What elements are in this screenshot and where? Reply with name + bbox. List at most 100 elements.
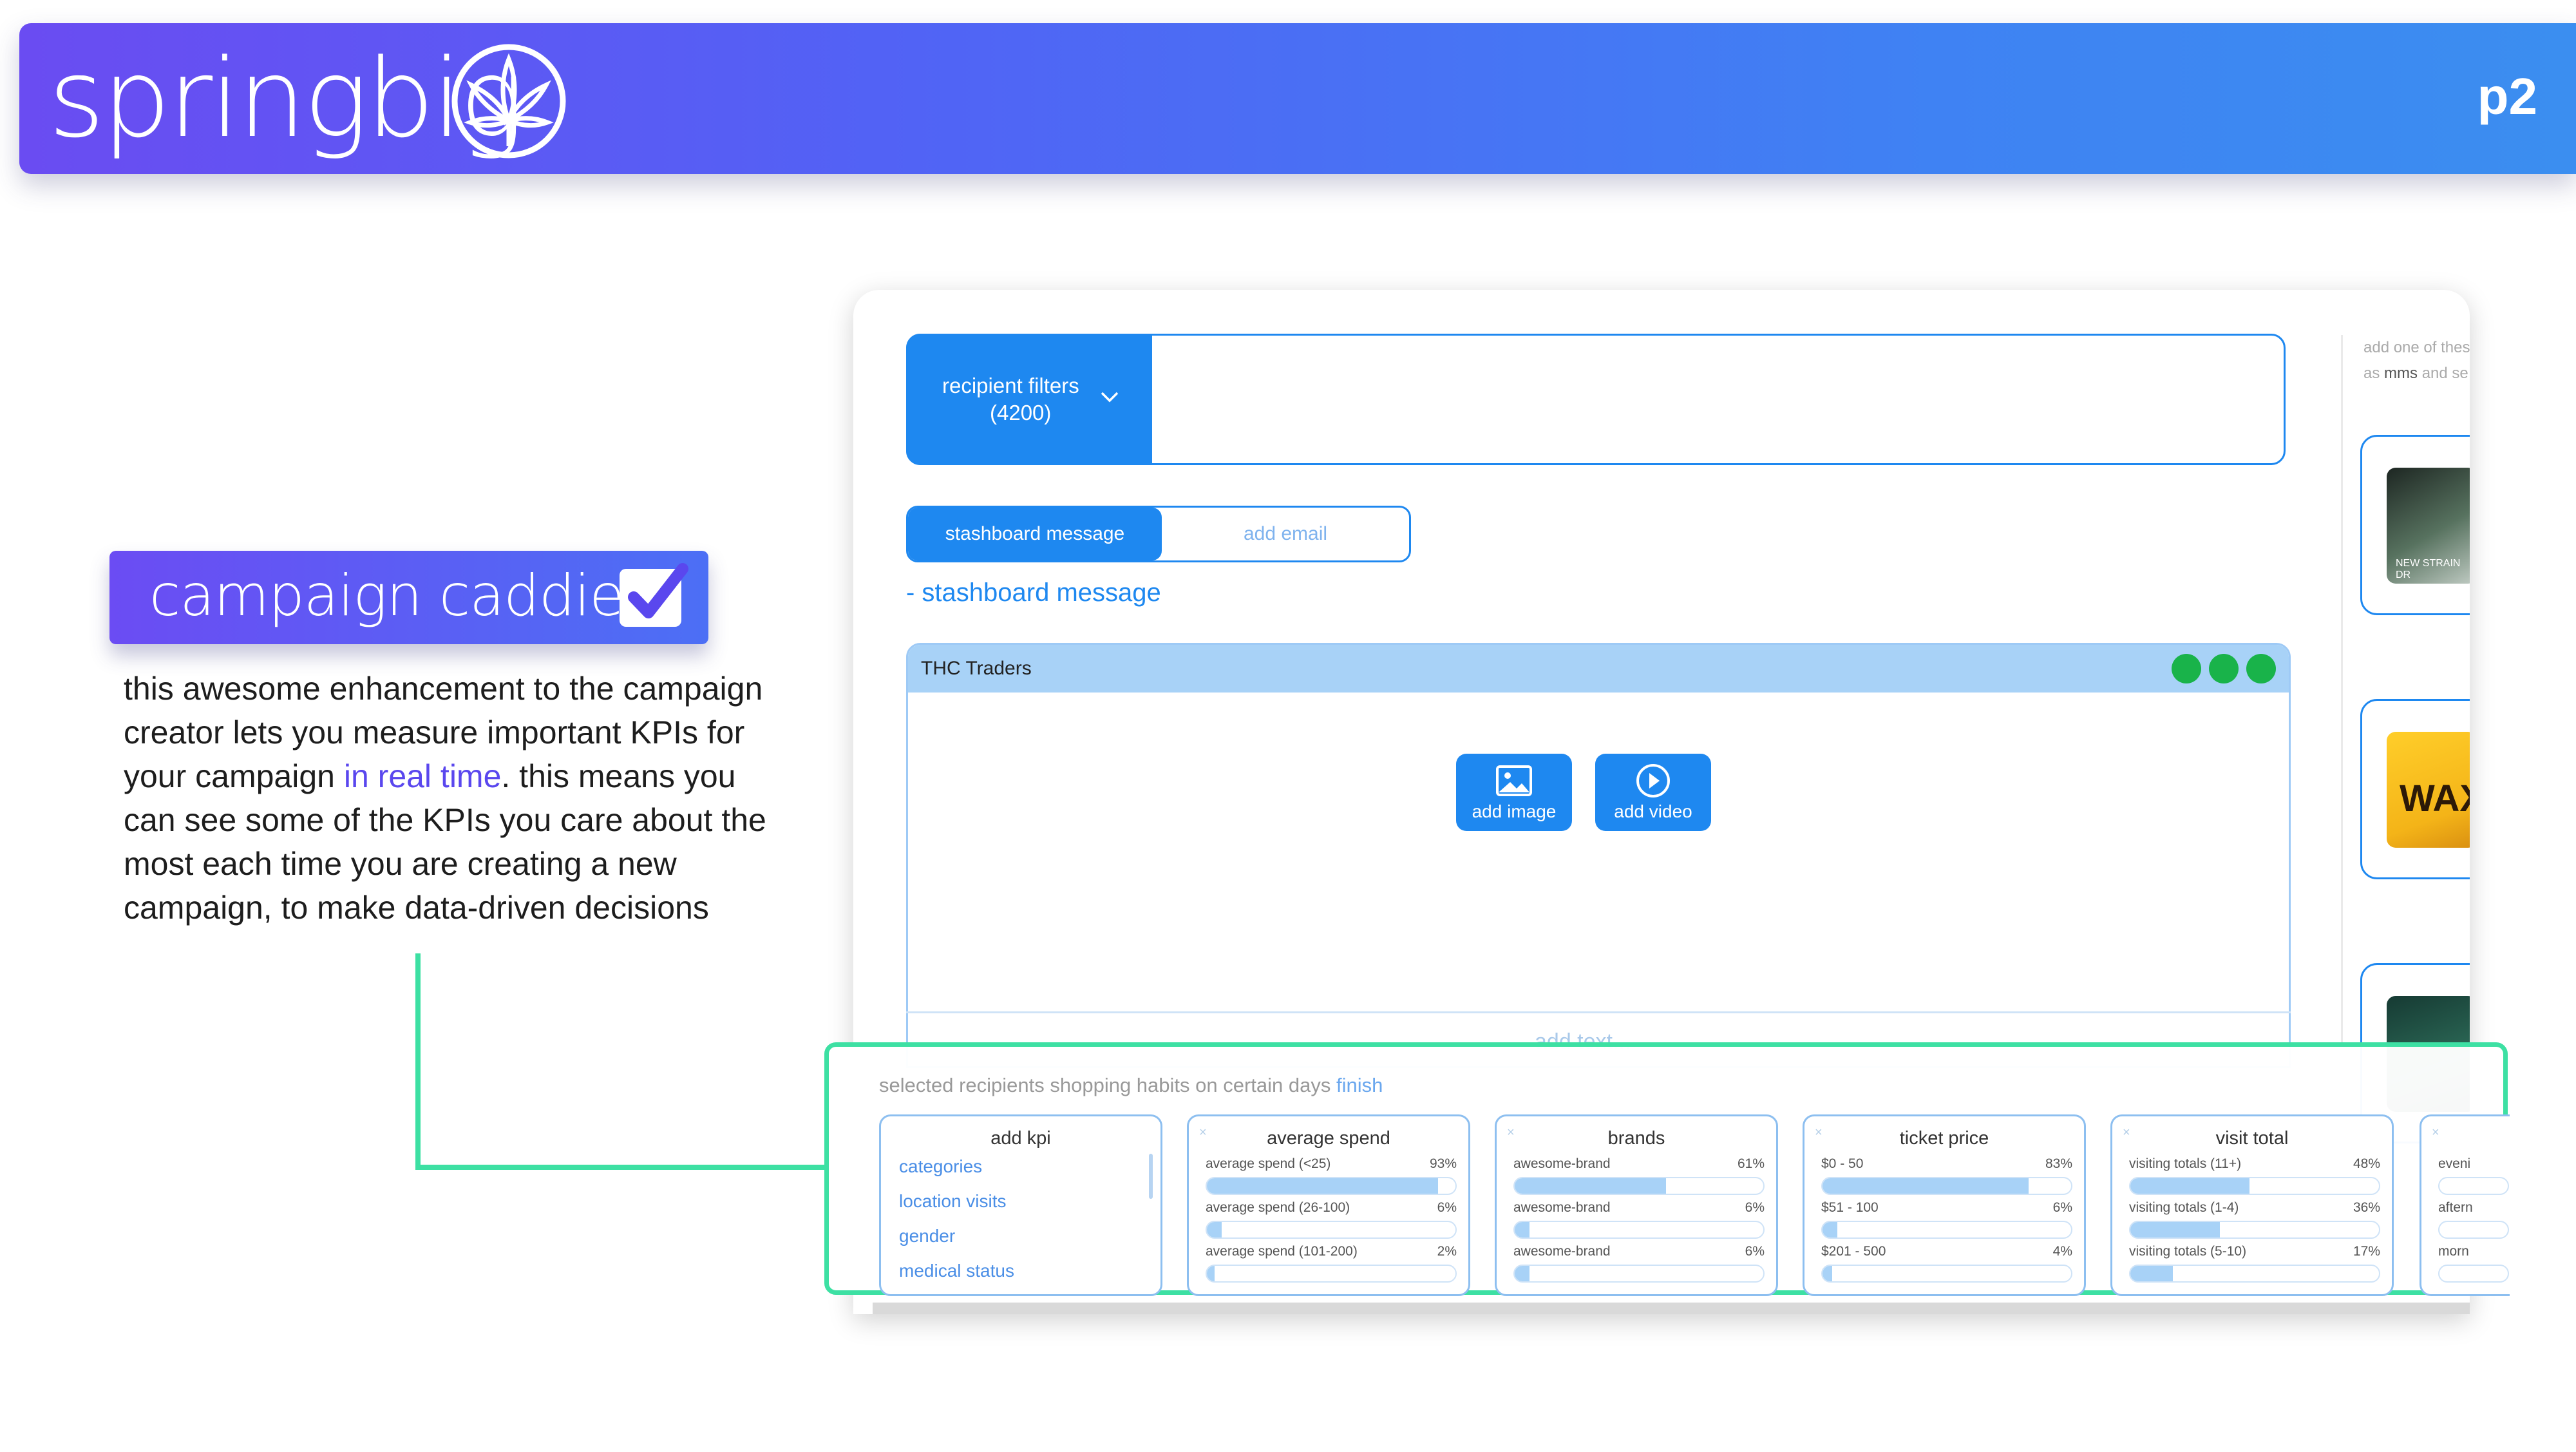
kpi-row-label: visiting totals (5-10)	[2129, 1244, 2247, 1259]
kpi-progress-track	[1513, 1265, 1765, 1283]
kpi-row: average spend (101-200) 2%	[1206, 1244, 1457, 1284]
add-kpi-title: add kpi	[990, 1128, 1051, 1149]
kpi-row-label: $201 - 500	[1821, 1244, 1886, 1259]
kpi-row-label: average spend (26-100)	[1206, 1200, 1350, 1215]
kpi-progress-fill	[1207, 1222, 1222, 1237]
kpi-row-label: visiting totals (11+)	[2129, 1156, 2242, 1171]
side-note: as mms and se	[2363, 365, 2468, 382]
kpi-progress-fill	[1515, 1178, 1667, 1194]
recipient-count: (4200)	[990, 401, 1052, 425]
kpi-row: aftern	[2438, 1200, 2509, 1240]
kpi-row-percent: 6%	[1745, 1244, 1765, 1259]
sender-name: THC Traders	[921, 658, 1032, 679]
section-title: - stashboard message	[906, 578, 1161, 607]
kpi-progress-fill	[1515, 1266, 1530, 1281]
kpi-progress-track	[1513, 1221, 1765, 1239]
kpi-card-title: ticket price	[1899, 1128, 1989, 1149]
kpi-row: eveni	[2438, 1156, 2509, 1196]
kpi-header: selected recipients shopping habits on c…	[879, 1074, 1383, 1096]
kpi-row-label: awesome-brand	[1513, 1244, 1611, 1259]
kpi-progress-fill	[1207, 1178, 1438, 1194]
kpi-row-percent: 2%	[1437, 1244, 1457, 1259]
kpi-card: × visit total visiting totals (11+) 48% visi…	[2110, 1114, 2394, 1296]
add-video-button[interactable]: add video	[1595, 754, 1711, 831]
kpi-option[interactable]: medical status	[899, 1261, 1014, 1281]
message-header: THC Traders	[908, 645, 2289, 693]
store-icon[interactable]	[2172, 654, 2201, 683]
kpi-option[interactable]: categories	[899, 1156, 982, 1177]
kpi-progress-fill	[2130, 1222, 2220, 1237]
kpi-progress-track	[1206, 1221, 1457, 1239]
kpi-progress-track	[2129, 1265, 2380, 1283]
kpi-progress-track	[1513, 1177, 1765, 1195]
kpi-card: × ticket price $0 - 50 83% $51 - 100 6% $201 -…	[1803, 1114, 2086, 1296]
add-image-label: add image	[1472, 801, 1557, 821]
kpi-option[interactable]: gender	[899, 1226, 955, 1247]
kpi-row-percent: 93%	[1429, 1156, 1457, 1171]
template-card[interactable]: NEW STRAIN DR	[2360, 435, 2470, 615]
kpi-row: awesome-brand 6%	[1513, 1244, 1765, 1284]
kpi-progress-track	[2129, 1221, 2380, 1239]
header-banner: springbig p2	[19, 23, 2576, 174]
play-icon	[1636, 764, 1670, 798]
kpi-progress-track	[1206, 1177, 1457, 1195]
message-header-icons	[2172, 654, 2276, 683]
kpi-progress-track	[1821, 1221, 2072, 1239]
kpi-progress-fill	[1823, 1178, 2029, 1194]
kpi-card: × average spend average spend (<25) 93% aver…	[1187, 1114, 1470, 1296]
real-time-highlight: in real time	[343, 758, 502, 794]
add-kpi-card: add kpi categories location visits gende…	[879, 1114, 1162, 1296]
tab-add-email[interactable]: add email	[1162, 508, 1409, 560]
remove-kpi-icon[interactable]: ×	[2432, 1125, 2439, 1140]
text-divider	[906, 1011, 2291, 1013]
finish-link[interactable]: finish	[1336, 1074, 1383, 1096]
recipient-filters-button[interactable]: recipient filters (4200)	[906, 334, 1152, 465]
kpi-row-percent: 17%	[2353, 1244, 2380, 1259]
kpi-card: × brands awesome-brand 61% awesome-brand 6% aw…	[1495, 1114, 1778, 1296]
kpi-option[interactable]: location visits	[899, 1191, 1007, 1212]
kpi-row: average spend (<25) 93%	[1206, 1156, 1457, 1196]
horizontal-scrollbar[interactable]	[873, 1303, 2470, 1314]
cannabis-leaf-logo-icon	[451, 44, 566, 158]
template-thumbnail: WAX	[2387, 732, 2470, 848]
kpi-row: $201 - 500 4%	[1821, 1244, 2072, 1284]
kpi-row-label: average spend (101-200)	[1206, 1244, 1358, 1259]
cart-icon[interactable]	[2246, 654, 2276, 683]
connector-line-vertical	[415, 953, 421, 1170]
kpi-row: awesome-brand 61%	[1513, 1156, 1765, 1196]
kpi-card-title: average spend	[1267, 1128, 1390, 1149]
kpi-progress-fill	[1207, 1266, 1215, 1281]
kpi-list-scrollbar[interactable]	[1149, 1154, 1153, 1199]
kpi-progress-fill	[2130, 1178, 2250, 1194]
caddie-description: this awesome enhancement to the campaign…	[124, 671, 766, 926]
message-type-tabs: stashboard message add email	[906, 506, 1411, 562]
camera-icon[interactable]	[2209, 654, 2239, 683]
chevron-down-icon	[1101, 392, 1119, 403]
page-number: p2	[2477, 68, 2537, 125]
kpi-row-percent: 36%	[2353, 1200, 2380, 1215]
tab-stashboard-message[interactable]: stashboard message	[908, 508, 1162, 560]
recipient-filters-label: recipient filters	[942, 374, 1079, 397]
kpi-progress-fill	[2130, 1266, 2173, 1281]
kpi-row-percent: 6%	[2052, 1200, 2072, 1215]
kpi-row-label: visiting totals (1-4)	[2129, 1200, 2239, 1215]
campaign-caddie-card: campaign caddie	[109, 551, 708, 644]
kpi-row: visiting totals (1-4) 36%	[2129, 1200, 2380, 1240]
connector-line-horizontal	[415, 1165, 828, 1170]
kpi-card-partial: × eveni aftern morn	[2420, 1114, 2510, 1296]
add-image-button[interactable]: add image	[1456, 754, 1572, 831]
kpi-row-label: $0 - 50	[1821, 1156, 1864, 1171]
kpi-progress-fill	[1515, 1222, 1530, 1237]
kpi-row: $51 - 100 6%	[1821, 1200, 2072, 1240]
template-thumbnail: NEW STRAIN DR	[2387, 468, 2470, 584]
kpi-row: awesome-brand 6%	[1513, 1200, 1765, 1240]
kpi-progress-fill	[1823, 1266, 1833, 1281]
kpi-row: visiting totals (11+) 48%	[2129, 1156, 2380, 1196]
kpi-row: visiting totals (5-10) 17%	[2129, 1244, 2380, 1284]
kpi-card-title: visit total	[2215, 1128, 2289, 1149]
kpi-card-title: brands	[1607, 1128, 1665, 1149]
template-card[interactable]: WAX	[2360, 699, 2470, 879]
kpi-row: average spend (26-100) 6%	[1206, 1200, 1457, 1240]
add-video-label: add video	[1614, 801, 1692, 821]
kpi-row-label: awesome-brand	[1513, 1156, 1611, 1171]
